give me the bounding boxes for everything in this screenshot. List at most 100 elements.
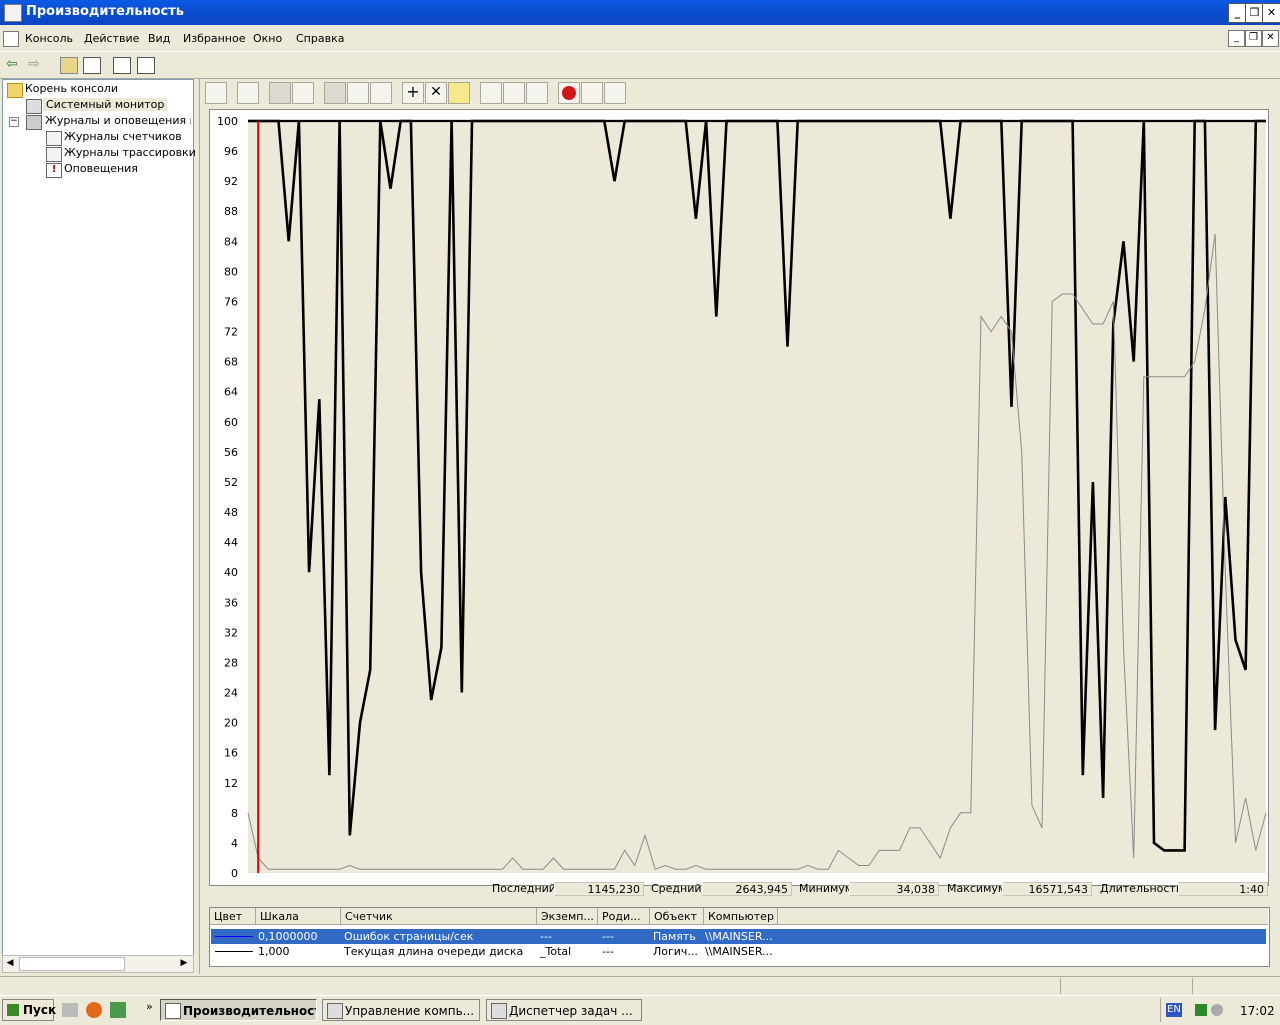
delete-counter-icon[interactable]: ✕ <box>425 82 447 104</box>
quicklaunch-network-icon[interactable] <box>110 1002 126 1018</box>
menu-help[interactable]: Справка <box>296 32 344 45</box>
view-log-data-icon[interactable] <box>292 82 314 104</box>
menu-window[interactable]: Окно <box>253 32 282 45</box>
y-tick-label: 8 <box>231 807 238 820</box>
tray-monitor-icon[interactable] <box>1195 1004 1207 1016</box>
update-data-icon[interactable] <box>581 82 603 104</box>
copy-properties-icon[interactable] <box>480 82 502 104</box>
stat-last-value: 1145,230 <box>554 882 644 896</box>
menu-view[interactable]: Вид <box>148 32 170 45</box>
stat-duration-value: 1:40 <box>1178 882 1268 896</box>
start-label: Пуск <box>23 1003 57 1017</box>
view-current-activity-icon[interactable] <box>269 82 291 104</box>
paste-counter-list-icon[interactable] <box>503 82 525 104</box>
quicklaunch-printer-icon[interactable] <box>62 1003 78 1017</box>
back-arrow-icon[interactable]: ⇦ <box>6 57 22 72</box>
add-counter-icon[interactable]: + <box>402 82 424 104</box>
stat-min-value: 34,038 <box>849 882 939 896</box>
scroll-left-icon[interactable]: ◀ <box>3 956 17 970</box>
scroll-right-icon[interactable]: ▶ <box>177 956 191 970</box>
y-tick-label: 48 <box>224 506 238 519</box>
tree-item-alerts[interactable]: Оповещения <box>64 162 138 175</box>
view-histogram-icon[interactable] <box>347 82 369 104</box>
trace-logs-icon <box>46 147 62 162</box>
start-button[interactable]: Пуск <box>2 999 57 1021</box>
child-minimize-button[interactable]: _ <box>1228 30 1245 47</box>
y-tick-label: 84 <box>224 235 238 248</box>
plot-area <box>248 121 1266 873</box>
taskbar: Пуск » Производительность Управление ком… <box>0 995 1280 1025</box>
task-computer-management[interactable]: Управление компь... <box>322 999 480 1021</box>
y-tick-label: 80 <box>224 265 238 278</box>
clock: 17:02 <box>1240 1004 1275 1018</box>
tree-item-trace-logs[interactable]: Журналы трассировки <box>64 146 196 159</box>
tree-horizontal-scrollbar[interactable]: ◀ ▶ <box>2 955 194 973</box>
quicklaunch-expand-icon[interactable]: » <box>146 1000 153 1013</box>
up-folder-icon[interactable] <box>60 57 78 74</box>
view-report-icon[interactable] <box>370 82 392 104</box>
title-bar: Производительность _ ❐ ✕ <box>0 0 1280 25</box>
legend-scale: 0,1000000 <box>258 930 318 943</box>
tree-item-counter-logs[interactable]: Журналы счетчиков <box>64 130 182 143</box>
y-tick-label: 40 <box>224 566 238 579</box>
legend-header-parent[interactable]: Роди... <box>598 908 650 925</box>
legend-color-swatch <box>215 936 253 937</box>
y-tick-label: 24 <box>224 687 238 700</box>
view-graph-icon[interactable] <box>324 82 346 104</box>
legend-row[interactable]: 0,1000000 Ошибок страницы/сек --- --- Па… <box>211 929 1266 944</box>
folder-icon <box>7 83 23 98</box>
menu-favorites[interactable]: Избранное <box>183 32 245 45</box>
show-hide-tree-icon[interactable] <box>83 57 101 74</box>
monitor-help-icon[interactable] <box>604 82 626 104</box>
legend-header-color[interactable]: Цвет <box>210 908 256 925</box>
highlight-icon[interactable] <box>448 82 470 104</box>
help-icon[interactable] <box>113 57 131 74</box>
new-counter-set-icon[interactable] <box>205 82 227 104</box>
quicklaunch-firefox-icon[interactable] <box>86 1002 102 1018</box>
forward-arrow-icon[interactable]: ⇨ <box>28 57 44 72</box>
language-indicator[interactable]: EN <box>1166 1003 1182 1017</box>
task-app-icon <box>491 1003 507 1019</box>
task-performance[interactable]: Производительность <box>160 999 317 1021</box>
legend-counter: Текущая длина очереди диска <box>344 945 524 958</box>
legend-header-computer[interactable]: Компьютер <box>704 908 778 925</box>
tree-item-system-monitor[interactable]: Системный монитор <box>43 98 168 111</box>
freeze-display-icon[interactable] <box>558 82 580 104</box>
legend-header-scale[interactable]: Шкала <box>256 908 341 925</box>
collapse-toggle-icon[interactable]: − <box>9 117 19 127</box>
status-bar <box>0 976 1280 995</box>
console-icon[interactable] <box>3 31 19 47</box>
menu-action[interactable]: Действие <box>84 32 139 45</box>
task-label: Диспетчер задач ... <box>509 1004 633 1018</box>
legend-header-counter[interactable]: Счетчик <box>341 908 537 925</box>
legend-row[interactable]: 1,000 Текущая длина очереди диска _Total… <box>211 944 1266 959</box>
performance-graph: 100 96 92 88 84 80 76 72 68 64 60 56 52 48 44 40 36 32 28 2… <box>209 109 1269 886</box>
logs-alerts-icon <box>26 115 42 130</box>
child-close-button[interactable]: ✕ <box>1262 30 1279 47</box>
y-tick-label: 52 <box>224 476 238 489</box>
clear-display-icon[interactable] <box>237 82 259 104</box>
legend-color-swatch <box>215 951 253 952</box>
tree-root[interactable]: Корень консоли <box>25 82 118 95</box>
counter-logs-icon <box>46 131 62 146</box>
close-button[interactable]: ✕ <box>1262 3 1280 23</box>
scroll-thumb[interactable] <box>19 957 125 971</box>
y-tick-label: 68 <box>224 356 238 369</box>
legend-computer: \\MAINSER... <box>705 945 773 958</box>
tray-volume-icon[interactable] <box>1211 1004 1223 1016</box>
y-tick-label: 60 <box>224 416 238 429</box>
child-restore-button[interactable]: ❐ <box>1245 30 1262 47</box>
properties-icon[interactable] <box>526 82 548 104</box>
task-task-manager[interactable]: Диспетчер задач ... <box>486 999 642 1021</box>
y-tick-label: 16 <box>224 747 238 760</box>
tree-item-perf-logs[interactable]: Журналы и оповещения производительности <box>45 114 191 127</box>
stat-avg-label: Средний <box>651 882 702 895</box>
legend-instance: _Total <box>540 945 572 958</box>
menu-console[interactable]: Консоль <box>25 32 73 45</box>
new-window-icon[interactable] <box>137 57 155 74</box>
legend-header-object[interactable]: Объект <box>650 908 704 925</box>
alerts-icon: ! <box>46 163 62 178</box>
y-tick-label: 72 <box>224 326 238 339</box>
legend-header-instance[interactable]: Экземп... <box>537 908 598 925</box>
main-toolbar: ⇦ ⇨ <box>0 51 1280 79</box>
